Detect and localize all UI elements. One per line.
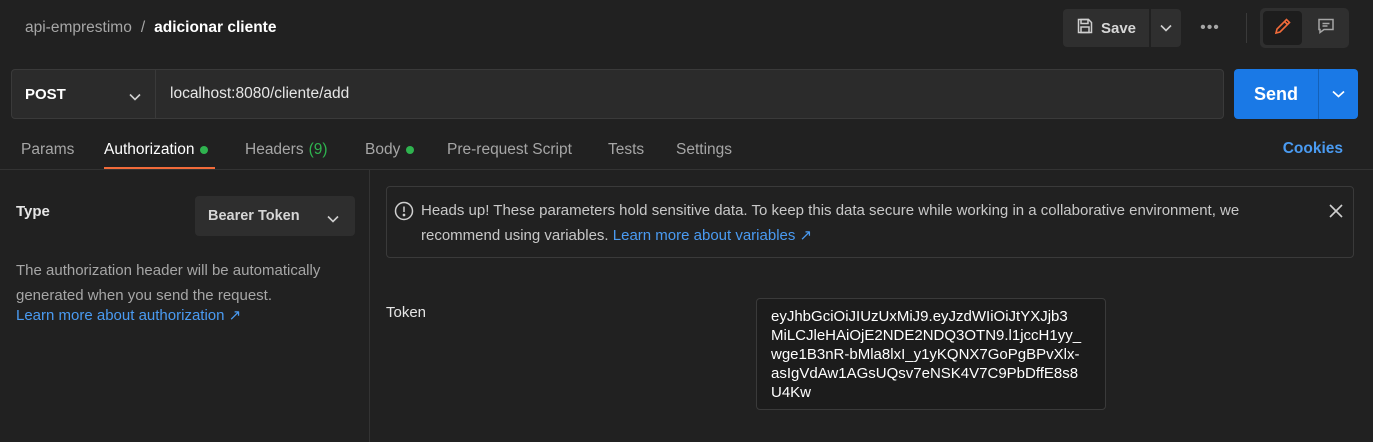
breadcrumb-separator: / (140, 19, 146, 36)
token-line: wge1B3nR-bMla8lxI_y1yKQNX7GoPgBPvXlx- (771, 346, 1080, 363)
tab-pre-request-script[interactable]: Pre-request Script (447, 140, 572, 160)
learn-more-variables-link[interactable]: Learn more about variables ↗ (613, 227, 812, 244)
chevron-down-icon (129, 88, 141, 105)
token-line: U4Kw (771, 384, 812, 401)
type-label: Type (16, 203, 50, 220)
breadcrumb: api-emprestimo / adicionar cliente (25, 19, 276, 37)
tab-headers[interactable]: Headers (9) (245, 140, 328, 160)
info-icon (394, 201, 414, 226)
close-icon[interactable] (1328, 203, 1344, 224)
chevron-down-icon (1332, 85, 1345, 103)
tab-settings[interactable]: Settings (676, 140, 732, 160)
method-select[interactable]: POST (11, 69, 156, 119)
send-group: Send (1234, 69, 1358, 119)
cookies-link[interactable]: Cookies (1283, 140, 1343, 158)
token-input[interactable]: eyJhbGciOiJIUzUxMiJ9.eyJzdWIiOiJtYXJjb3 … (756, 298, 1106, 410)
auth-type-value: Bearer Token (208, 208, 300, 224)
sensitive-data-alert: Heads up! These parameters hold sensitiv… (386, 186, 1354, 258)
tab-label: Pre-request Script (447, 141, 572, 158)
method-value: POST (25, 85, 66, 103)
chevron-down-icon (1160, 19, 1172, 37)
save-options-button[interactable] (1151, 9, 1181, 47)
token-line: eyJhbGciOiJIUzUxMiJ9.eyJzdWIiOiJtYXJjb3 (771, 308, 1068, 325)
tab-label: Authorization (104, 141, 195, 158)
tab-label: Headers (245, 141, 304, 158)
tab-body[interactable]: Body (365, 140, 415, 160)
auth-type-select[interactable]: Bearer Token (195, 196, 355, 236)
breadcrumb-collection[interactable]: api-emprestimo (25, 19, 132, 37)
auth-description: The authorization header will be automat… (16, 262, 321, 304)
auth-type-panel: Type Bearer Token The authorization head… (0, 170, 370, 442)
learn-more-authorization-link[interactable]: Learn more about authorization ↗ (16, 306, 241, 324)
tab-label: Body (365, 141, 401, 158)
token-line: asIgVdAw1AGsUQsv7eNSK4V7C9PbDffE8s8 (771, 365, 1079, 382)
comment-icon (1316, 16, 1336, 41)
request-tabs: Params Authorization Headers (9) Body Pr… (0, 130, 1373, 170)
tab-label: Tests (608, 141, 645, 158)
url-input[interactable] (155, 69, 1224, 119)
tab-authorization[interactable]: Authorization (104, 140, 209, 160)
view-mode-toggle (1260, 8, 1349, 48)
alert-message: Heads up! These parameters hold sensitiv… (421, 198, 1311, 248)
token-line: MiLCJleHAiOjE2NDE2NDQ3OTN9.l1jccH1yy_ (771, 327, 1082, 344)
tab-tests[interactable]: Tests (608, 140, 644, 160)
top-bar: api-emprestimo / adicionar cliente Save … (0, 0, 1373, 58)
comments-button[interactable] (1306, 11, 1345, 45)
save-label: Save (1100, 19, 1137, 37)
pencil-icon (1273, 16, 1293, 41)
edit-mode-button[interactable] (1263, 11, 1302, 45)
more-icon: ••• (1200, 19, 1220, 36)
more-options-button[interactable]: ••• (1196, 16, 1224, 40)
save-icon (1076, 17, 1094, 39)
tab-params[interactable]: Params (21, 140, 74, 160)
token-label: Token (386, 304, 427, 321)
send-options-button[interactable] (1318, 69, 1358, 119)
status-dot (200, 146, 209, 154)
breadcrumb-request-name[interactable]: adicionar cliente (154, 19, 276, 37)
save-group: Save (1063, 9, 1181, 47)
tab-label: Settings (676, 141, 733, 158)
tab-count: (9) (308, 141, 328, 158)
tab-label: Params (21, 141, 75, 158)
alert-text: Heads up! These parameters hold sensitiv… (421, 202, 1240, 244)
chevron-down-icon (327, 211, 339, 227)
status-dot (406, 146, 415, 154)
toolbar-divider (1246, 13, 1247, 43)
send-button[interactable]: Send (1234, 69, 1318, 119)
save-button[interactable]: Save (1063, 9, 1149, 47)
